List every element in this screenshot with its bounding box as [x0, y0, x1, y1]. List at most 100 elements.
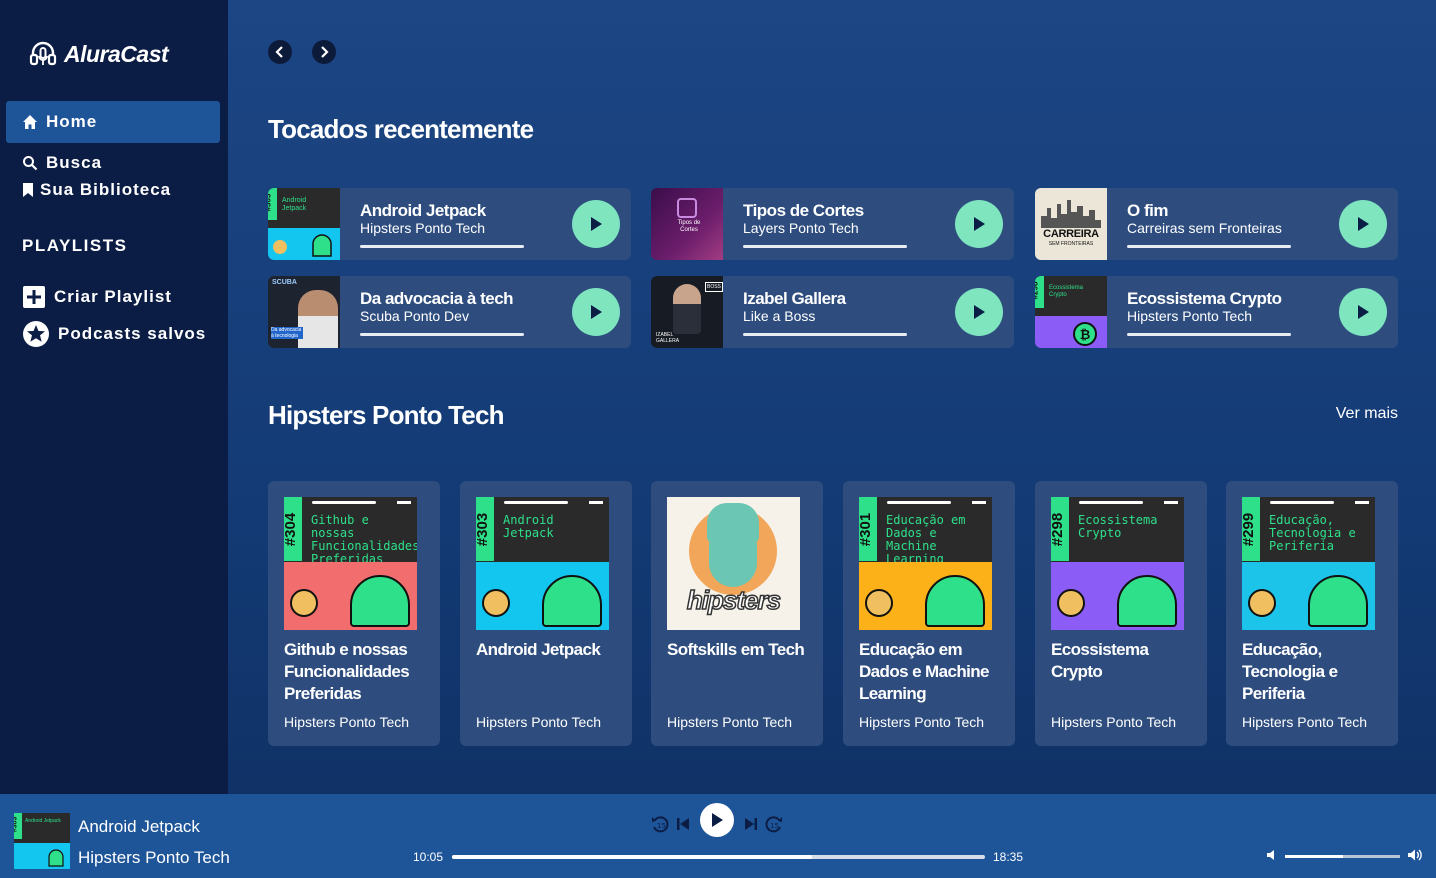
- cover-number: #301: [859, 512, 875, 547]
- topic-illustration: [350, 575, 410, 627]
- cover-number: #303: [476, 512, 492, 547]
- forward-skip-button[interactable]: 15: [764, 814, 784, 834]
- nav-home-label: Home: [46, 112, 98, 131]
- episode-cover: #303 Android Jetpack: [268, 188, 340, 260]
- cover-number: #303: [268, 193, 273, 212]
- bookmark-icon: [23, 182, 33, 197]
- create-playlist-label: Criar Playlist: [54, 287, 172, 306]
- play-button[interactable]: [572, 200, 620, 248]
- nav-home[interactable]: Home: [6, 101, 220, 143]
- recent-card[interactable]: BOSS IZABEL GALLERA Izabel Gallera Like …: [651, 276, 1014, 348]
- recent-card[interactable]: SCUBA Da advocacia à tecnologia Da advoc…: [268, 276, 631, 348]
- player-cover: #303 Android Jetpack: [14, 813, 70, 869]
- recent-progress: [360, 333, 524, 336]
- cover-title: Ecossistema Crypto: [1078, 513, 1158, 540]
- episode-card[interactable]: #299 Educação, Tecnologia e Periferia Educ…: [1226, 481, 1398, 746]
- sidebar: AluraCast Home Busca Sua Biblioteca PLAY…: [0, 0, 228, 794]
- episode-cover: #298 Ecossistema Crypto ₿: [1035, 276, 1107, 348]
- episode-card[interactable]: #301 Educação em Dados e Machine Learning…: [843, 481, 1015, 746]
- nav-busca[interactable]: Busca: [6, 149, 220, 176]
- recent-podcast: Hipsters Ponto Tech: [360, 220, 486, 236]
- episode-podcast: Hipsters Ponto Tech: [1242, 714, 1368, 730]
- recent-title: Tipos de Cortes: [743, 201, 864, 220]
- topic-illustration: [1117, 575, 1177, 627]
- back-button[interactable]: [268, 40, 292, 64]
- volume-max-button[interactable]: [1406, 847, 1422, 863]
- episode-podcast: Hipsters Ponto Tech: [667, 714, 793, 730]
- episode-title: Github e nossas Funcionalidades Preferid…: [284, 640, 410, 703]
- recent-card[interactable]: #298 Ecossistema Crypto ₿ Ecossistema Cr…: [1035, 276, 1398, 348]
- volume-slider[interactable]: [1285, 855, 1400, 858]
- see-more-link[interactable]: Ver mais: [1336, 405, 1398, 423]
- episode-cover: #301 Educação em Dados e Machine Learning: [859, 497, 992, 630]
- host-photo: [298, 290, 338, 348]
- next-button[interactable]: [743, 816, 759, 832]
- cover-title: CARREIRA: [1043, 228, 1099, 240]
- svg-text:15: 15: [657, 822, 666, 830]
- skip-previous-icon: [677, 818, 689, 830]
- skip-next-icon: [745, 818, 757, 830]
- episode-cover: Tipos de Cortes: [651, 188, 723, 260]
- topic-illustration: [925, 575, 985, 627]
- logo[interactable]: AluraCast: [28, 38, 169, 70]
- nav-biblioteca[interactable]: Sua Biblioteca: [6, 176, 220, 203]
- hipsters-mascot-icon: [1057, 589, 1085, 617]
- episode-podcast: Hipsters Ponto Tech: [476, 714, 602, 730]
- progress-bar[interactable]: [452, 855, 985, 859]
- recent-podcast: Carreiras sem Fronteiras: [1127, 220, 1282, 236]
- recent-title: Da advocacia à tech: [360, 289, 514, 308]
- guest-photo: [673, 284, 701, 334]
- episode-card[interactable]: #303 Android Jetpack Android Jetpack Hipste…: [460, 481, 632, 746]
- play-icon: [1358, 305, 1369, 319]
- create-playlist-button[interactable]: Criar Playlist: [22, 285, 172, 309]
- episode-card[interactable]: #298 Ecossistema Crypto Ecossistema Crypto…: [1035, 481, 1207, 746]
- rewind-button[interactable]: 15: [650, 814, 670, 834]
- player-cover-title: Android Jetpack: [25, 818, 61, 824]
- elapsed-time: 10:05: [413, 850, 444, 864]
- recent-title: Ecossistema Crypto: [1127, 289, 1282, 308]
- episode-cover: SCUBA Da advocacia à tecnologia: [268, 276, 340, 348]
- play-button[interactable]: [1339, 288, 1387, 336]
- player-episode-title: Android Jetpack: [78, 817, 200, 836]
- episode-podcast: Hipsters Ponto Tech: [284, 714, 410, 730]
- play-pause-button[interactable]: [700, 803, 734, 837]
- saved-podcasts-button[interactable]: Podcasts salvos: [22, 320, 206, 348]
- recent-podcast: Layers Ponto Tech: [743, 220, 859, 236]
- play-button[interactable]: [955, 288, 1003, 336]
- cover-title: Tipos de Cortes: [677, 220, 701, 233]
- recent-card[interactable]: Tipos de Cortes Tipos de Cortes Layers P…: [651, 188, 1014, 260]
- nav-biblioteca-label: Sua Biblioteca: [40, 179, 172, 199]
- main-nav: Home Busca Sua Biblioteca: [6, 101, 220, 203]
- recent-podcast: Hipsters Ponto Tech: [1127, 308, 1253, 324]
- fast-forward-icon: 15: [765, 816, 782, 833]
- cover-badge: BOSS: [705, 282, 723, 292]
- recent-card[interactable]: CARREIRA SEM FRONTEIRAS O fim Carreiras …: [1035, 188, 1398, 260]
- progress-fill: [452, 855, 813, 859]
- recent-progress: [360, 245, 524, 248]
- episode-card[interactable]: #304 Github e nossas Funcionalidades Pref…: [268, 481, 440, 746]
- cover-subtitle: Da advocacia à tecnologia: [271, 327, 303, 339]
- total-time: 18:35: [993, 850, 1024, 864]
- player-bar: #303 Android Jetpack Android Jetpack Hip…: [0, 794, 1436, 878]
- android-icon: [312, 234, 332, 257]
- saved-podcasts-label: Podcasts salvos: [58, 324, 207, 343]
- previous-button[interactable]: [675, 816, 691, 832]
- cover-number: #304: [284, 512, 300, 547]
- cover-title: Ecossistema Crypto: [1049, 285, 1084, 298]
- play-icon: [712, 813, 723, 827]
- recent-card[interactable]: #303 Android Jetpack Android Jetpack Hip…: [268, 188, 631, 260]
- play-button[interactable]: [1339, 200, 1387, 248]
- mute-button[interactable]: [1265, 848, 1279, 862]
- play-button[interactable]: [955, 200, 1003, 248]
- volume-fill: [1285, 855, 1343, 858]
- volume-low-icon: [1267, 850, 1274, 860]
- episode-cover: CARREIRA SEM FRONTEIRAS: [1035, 188, 1107, 260]
- recent-podcast: Like a Boss: [743, 308, 816, 324]
- play-button[interactable]: [572, 288, 620, 336]
- android-icon: [48, 849, 64, 867]
- topic-illustration: [542, 575, 602, 627]
- episode-card[interactable]: hipsters Softskills em Tech Hipsters Ponto…: [651, 481, 823, 746]
- forward-button[interactable]: [312, 40, 336, 64]
- cover-title: Android Jetpack: [282, 197, 307, 212]
- recent-progress: [743, 245, 907, 248]
